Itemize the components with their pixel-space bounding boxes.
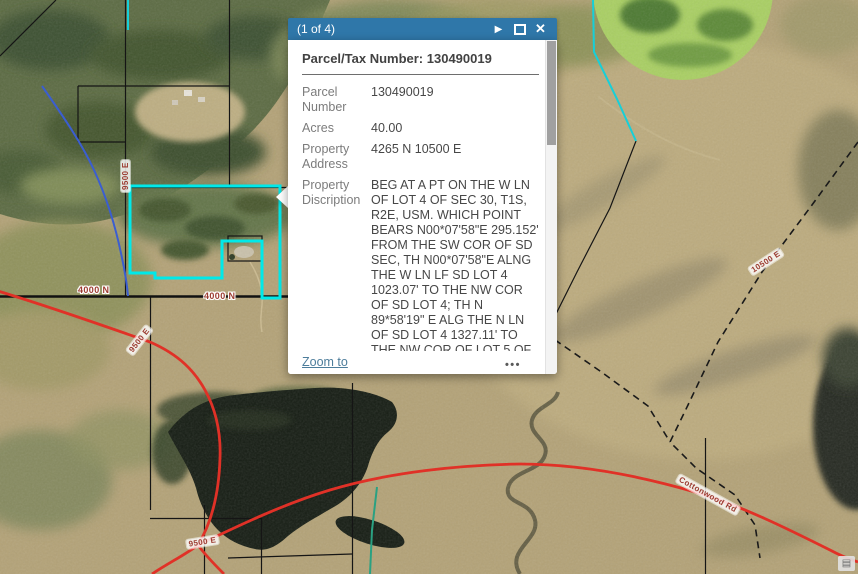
- field-value: 4265 N 10500 E: [371, 142, 539, 172]
- popup-scrollbar-track[interactable]: [545, 40, 557, 374]
- field-row: Acres 40.00: [302, 121, 539, 136]
- popup-title: Parcel/Tax Number: 130490019: [302, 48, 539, 75]
- popup-body: Parcel/Tax Number: 130490019 Parcel Numb…: [288, 40, 557, 374]
- maximize-glyph: [514, 24, 526, 35]
- popup-pointer: [276, 186, 288, 208]
- popup-footer: Zoom to •••: [288, 351, 545, 374]
- close-icon[interactable]: ✕: [530, 18, 551, 40]
- field-row: Property Address 4265 N 10500 E: [302, 142, 539, 172]
- next-feature-icon[interactable]: ▶: [488, 18, 509, 40]
- field-label: Parcel Number: [302, 85, 366, 115]
- more-options-icon[interactable]: •••: [505, 359, 521, 371]
- attribution-icon[interactable]: ▤: [838, 556, 855, 571]
- field-label: Property Discription: [302, 178, 366, 352]
- field-row: Parcel Number 130490019: [302, 85, 539, 115]
- field-row: Property Discription BEG AT A PT ON THE …: [302, 178, 539, 352]
- field-value: 40.00: [371, 121, 539, 136]
- popup-fields: Parcel Number 130490019 Acres 40.00 Prop…: [302, 85, 539, 352]
- field-label: Acres: [302, 121, 366, 136]
- popup-content: Parcel/Tax Number: 130490019 Parcel Numb…: [288, 40, 557, 352]
- map-viewport[interactable]: 4000 N 4000 N 9500 E 9500 E 9500 E Cotto…: [0, 0, 858, 574]
- feature-popup: (1 of 4) ▶ ✕ Parcel/Tax Number: 13049001…: [288, 18, 557, 374]
- popup-header[interactable]: (1 of 4) ▶ ✕: [288, 18, 557, 40]
- zoom-to-link[interactable]: Zoom to: [302, 355, 348, 369]
- maximize-icon[interactable]: [509, 18, 530, 40]
- field-value: BEG AT A PT ON THE W LN OF LOT 4 OF SEC …: [371, 178, 539, 352]
- popup-scrollbar-thumb[interactable]: [547, 41, 556, 145]
- field-label: Property Address: [302, 142, 366, 172]
- popup-pagination: (1 of 4): [297, 22, 335, 36]
- field-value: 130490019: [371, 85, 539, 115]
